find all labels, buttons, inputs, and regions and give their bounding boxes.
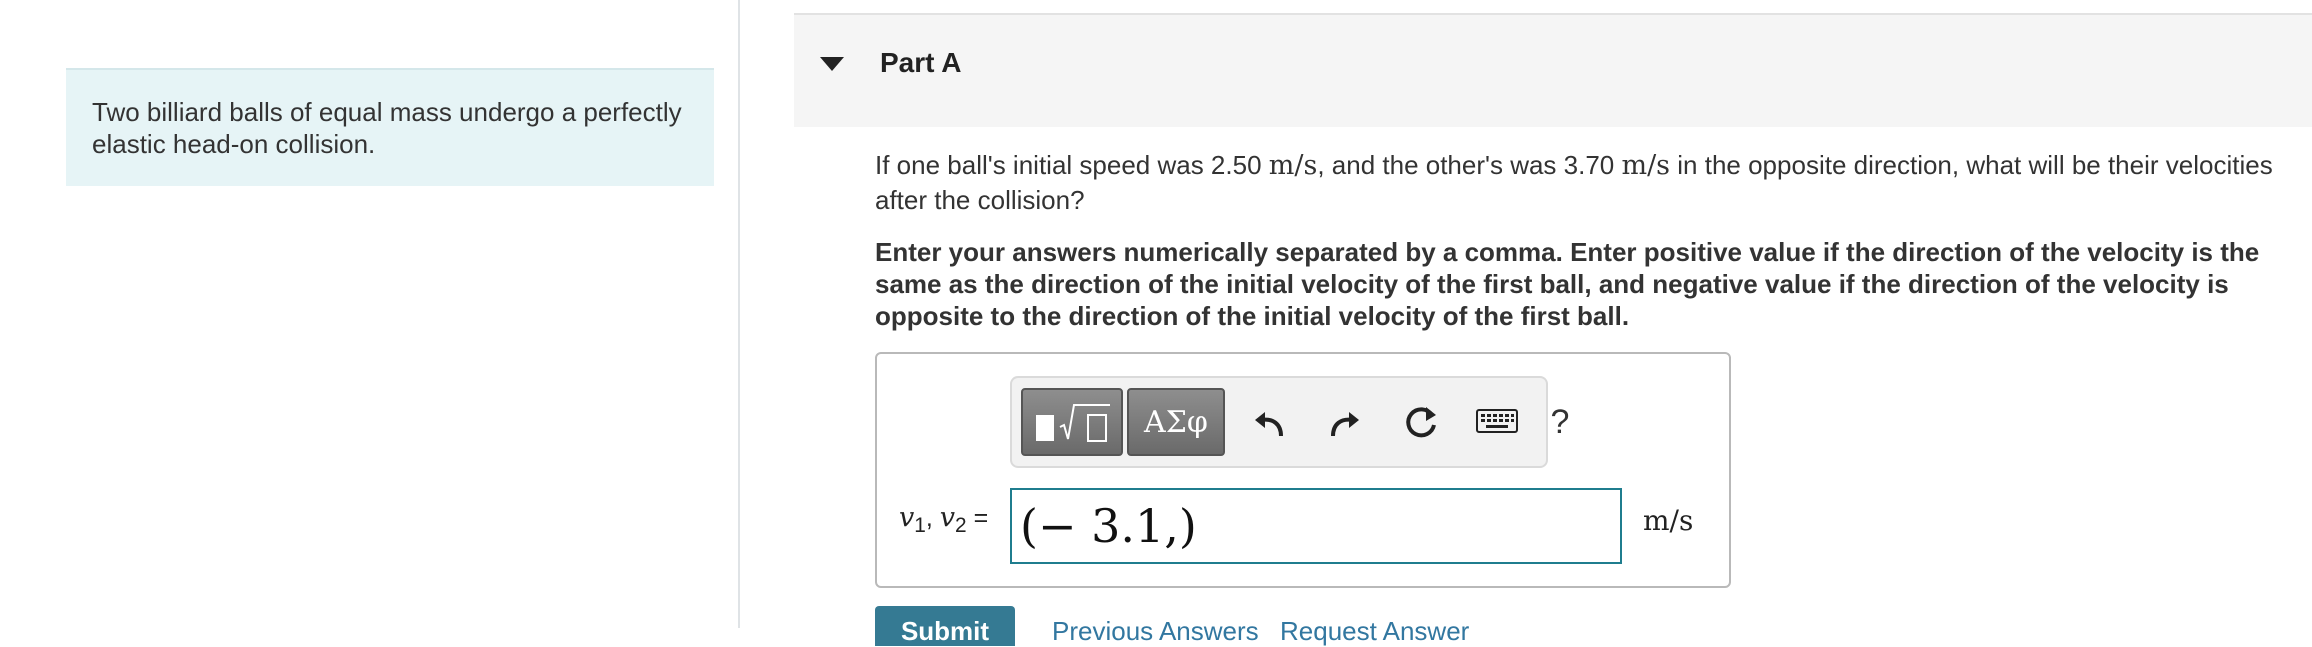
variable-v2: v (939, 502, 956, 533)
part-header[interactable]: Part A (794, 13, 2312, 127)
intro-panel: Two billiard balls of equal mass undergo… (66, 68, 714, 186)
answer-label: v1, v2 = (899, 502, 988, 538)
unit-ms: m/s (1268, 150, 1318, 181)
reset-icon[interactable] (1396, 398, 1446, 446)
redo-icon[interactable] (1320, 398, 1370, 446)
instructions-text: Enter your answers numerically separated… (875, 237, 2260, 331)
intro-text: Two billiard balls of equal mass undergo… (92, 97, 682, 159)
templates-icon[interactable] (1021, 388, 1123, 456)
part-title: Part A (880, 47, 962, 78)
separator: , (925, 504, 940, 532)
question-segment: , and the other's was 3.70 (1317, 150, 1622, 180)
unit-ms: m/s (1621, 150, 1671, 181)
request-answer-link[interactable]: Request Answer (1280, 616, 1469, 647)
subscript-1: 1 (914, 514, 926, 537)
answer-input[interactable]: (− 3.1,) (1010, 488, 1622, 564)
submit-button[interactable]: Submit (875, 606, 1015, 646)
undo-icon[interactable] (1244, 398, 1294, 446)
previous-answers-link[interactable]: Previous Answers (1052, 616, 1259, 647)
column-divider (738, 0, 740, 628)
question-segment: If one ball's initial speed was 2.50 (875, 150, 1269, 180)
variable-v1: v (899, 502, 915, 533)
greek-symbols-icon[interactable]: ΑΣφ (1127, 388, 1225, 456)
answer-units: m/s (1643, 504, 1694, 537)
collapse-caret-icon[interactable] (820, 57, 844, 71)
help-icon[interactable]: ? (1540, 398, 1580, 446)
equals-sign: = (966, 504, 989, 532)
subscript-2: 2 (955, 514, 967, 537)
math-toolbar: ΑΣφ ? (1010, 376, 1569, 468)
answer-box: ΑΣφ ? v1, v2 = (− 3.1,) m/s (875, 352, 1731, 588)
question-text: If one ball's initial speed was 2.50 m/s… (875, 148, 2275, 217)
keyboard-icon[interactable] (1472, 398, 1522, 446)
